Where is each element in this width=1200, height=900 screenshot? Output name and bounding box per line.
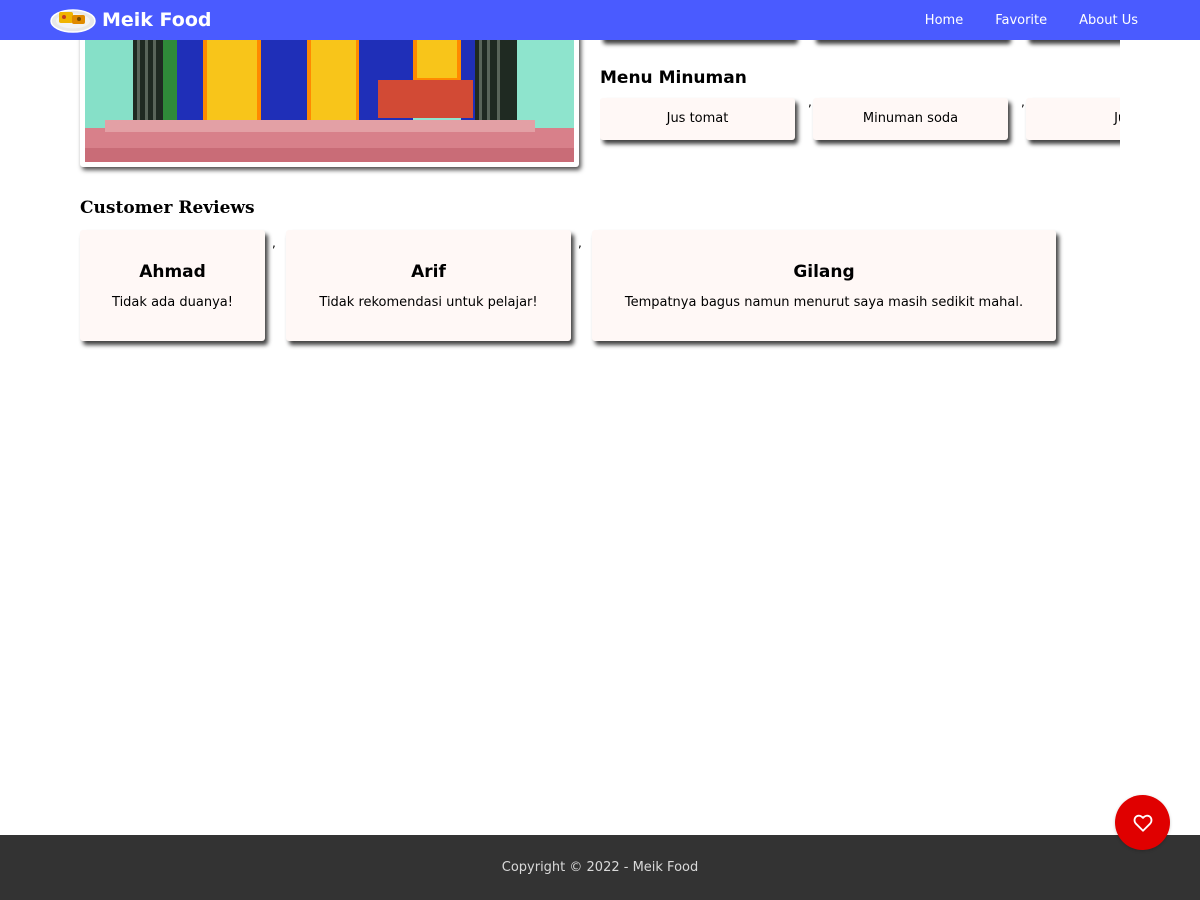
reviewer-name: Gilang	[793, 262, 855, 282]
nav-home-link[interactable]: Home	[925, 13, 963, 28]
drink-card-minuman-soda[interactable]: Minuman soda	[813, 98, 1008, 140]
navbar: Meik Food Home Favorite About Us	[0, 0, 1200, 40]
brand-name: Meik Food	[102, 9, 212, 31]
favorite-fab-button[interactable]	[1115, 795, 1170, 850]
reviews-title: Customer Reviews	[80, 198, 255, 218]
menu-minuman-title: Menu Minuman	[600, 68, 747, 88]
brand[interactable]: Meik Food	[50, 4, 211, 36]
nav-about-link[interactable]: About Us	[1079, 13, 1138, 28]
review-card: Gilang Tempatnya bagus namun menurut say…	[592, 230, 1056, 341]
review-text: Tempatnya bagus namun menurut saya masih…	[624, 295, 1024, 310]
nav-favorite-link[interactable]: Favorite	[995, 13, 1047, 28]
restaurant-photo	[80, 20, 579, 167]
drink-card-jus-tomat[interactable]: Jus tomat	[600, 98, 795, 140]
review-card: Arif Tidak rekomendasi untuk pelajar!	[286, 230, 571, 341]
reviewer-name: Ahmad	[139, 262, 206, 282]
copyright-text: Copyright © 2022 - Meik Food	[501, 860, 699, 875]
list-separator: ,	[808, 95, 812, 109]
footer: Copyright © 2022 - Meik Food	[0, 835, 1200, 900]
review-text: Tidak rekomendasi untuk pelajar!	[319, 295, 538, 310]
review-text: Tidak ada duanya!	[112, 295, 233, 310]
review-card: Ahmad Tidak ada duanya!	[80, 230, 265, 341]
food-plate-logo	[50, 9, 96, 33]
heart-outline-icon	[1133, 814, 1152, 832]
nav-links: Home Favorite About Us	[893, 0, 1138, 40]
list-separator: ,	[578, 236, 582, 250]
list-separator: ,	[1021, 95, 1025, 109]
drink-card-jus[interactable]: Jus	[1026, 98, 1120, 140]
list-separator: ,	[272, 236, 276, 250]
reviewer-name: Arif	[411, 262, 446, 282]
